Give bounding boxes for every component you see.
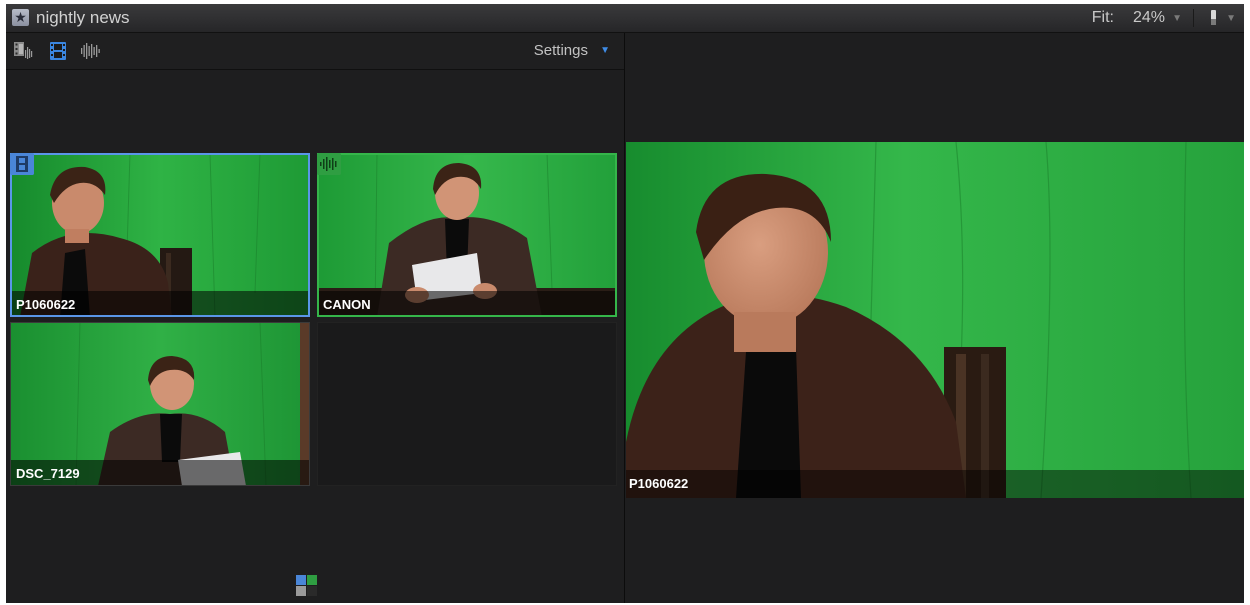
angle-label: P1060622 — [16, 297, 76, 312]
settings-chevron-down-icon[interactable]: ▼ — [600, 44, 610, 58]
video-audio-switch-icon[interactable] — [14, 42, 34, 60]
viewer-clip-label: P1060622 — [629, 476, 689, 491]
viewer-display-icon[interactable] — [1211, 10, 1216, 25]
film-icon — [10, 153, 34, 175]
zoom-chevron-down-icon[interactable]: ▼ — [1172, 9, 1182, 29]
angle-cell-2[interactable]: CANON — [317, 153, 617, 317]
zoom-level-popup[interactable]: 24% — [1133, 8, 1165, 28]
waveform-icon — [317, 153, 341, 175]
angle-bank-icon[interactable] — [296, 575, 318, 597]
view-options-chevron-down-icon[interactable]: ▼ — [1226, 9, 1236, 29]
angle-cell-3[interactable]: DSC_7129 — [10, 322, 310, 486]
audio-only-switch-icon[interactable] — [80, 42, 100, 60]
divider — [1193, 9, 1194, 27]
final-cut-window: ★ nightly news Fit: 24% ▼ ▼ Settings ▼ P… — [6, 4, 1244, 603]
fit-label: Fit: — [1091, 9, 1114, 26]
angle-viewer: Settings ▼ P1060622 CANON DSC_7129 — [6, 33, 624, 603]
window-title: nightly news — [36, 8, 130, 27]
viewer: P1060622 — [625, 33, 1244, 603]
angle-label: CANON — [323, 297, 371, 312]
title-bar: ★ nightly news Fit: 24% ▼ ▼ — [6, 4, 1244, 33]
video-only-switch-icon[interactable] — [48, 42, 68, 60]
angle-cell-1[interactable]: P1060622 — [10, 153, 310, 317]
settings-menu[interactable]: Settings — [534, 42, 588, 60]
viewer-video-frame: P1060622 — [626, 142, 1244, 498]
angle-viewer-toolbar: Settings ▼ — [6, 33, 624, 70]
star-icon: ★ — [12, 9, 29, 26]
angle-cell-empty — [317, 322, 617, 486]
viewer-label-bar — [626, 470, 1244, 498]
angle-label: DSC_7129 — [16, 466, 80, 481]
viewer-video-image — [626, 142, 1244, 498]
